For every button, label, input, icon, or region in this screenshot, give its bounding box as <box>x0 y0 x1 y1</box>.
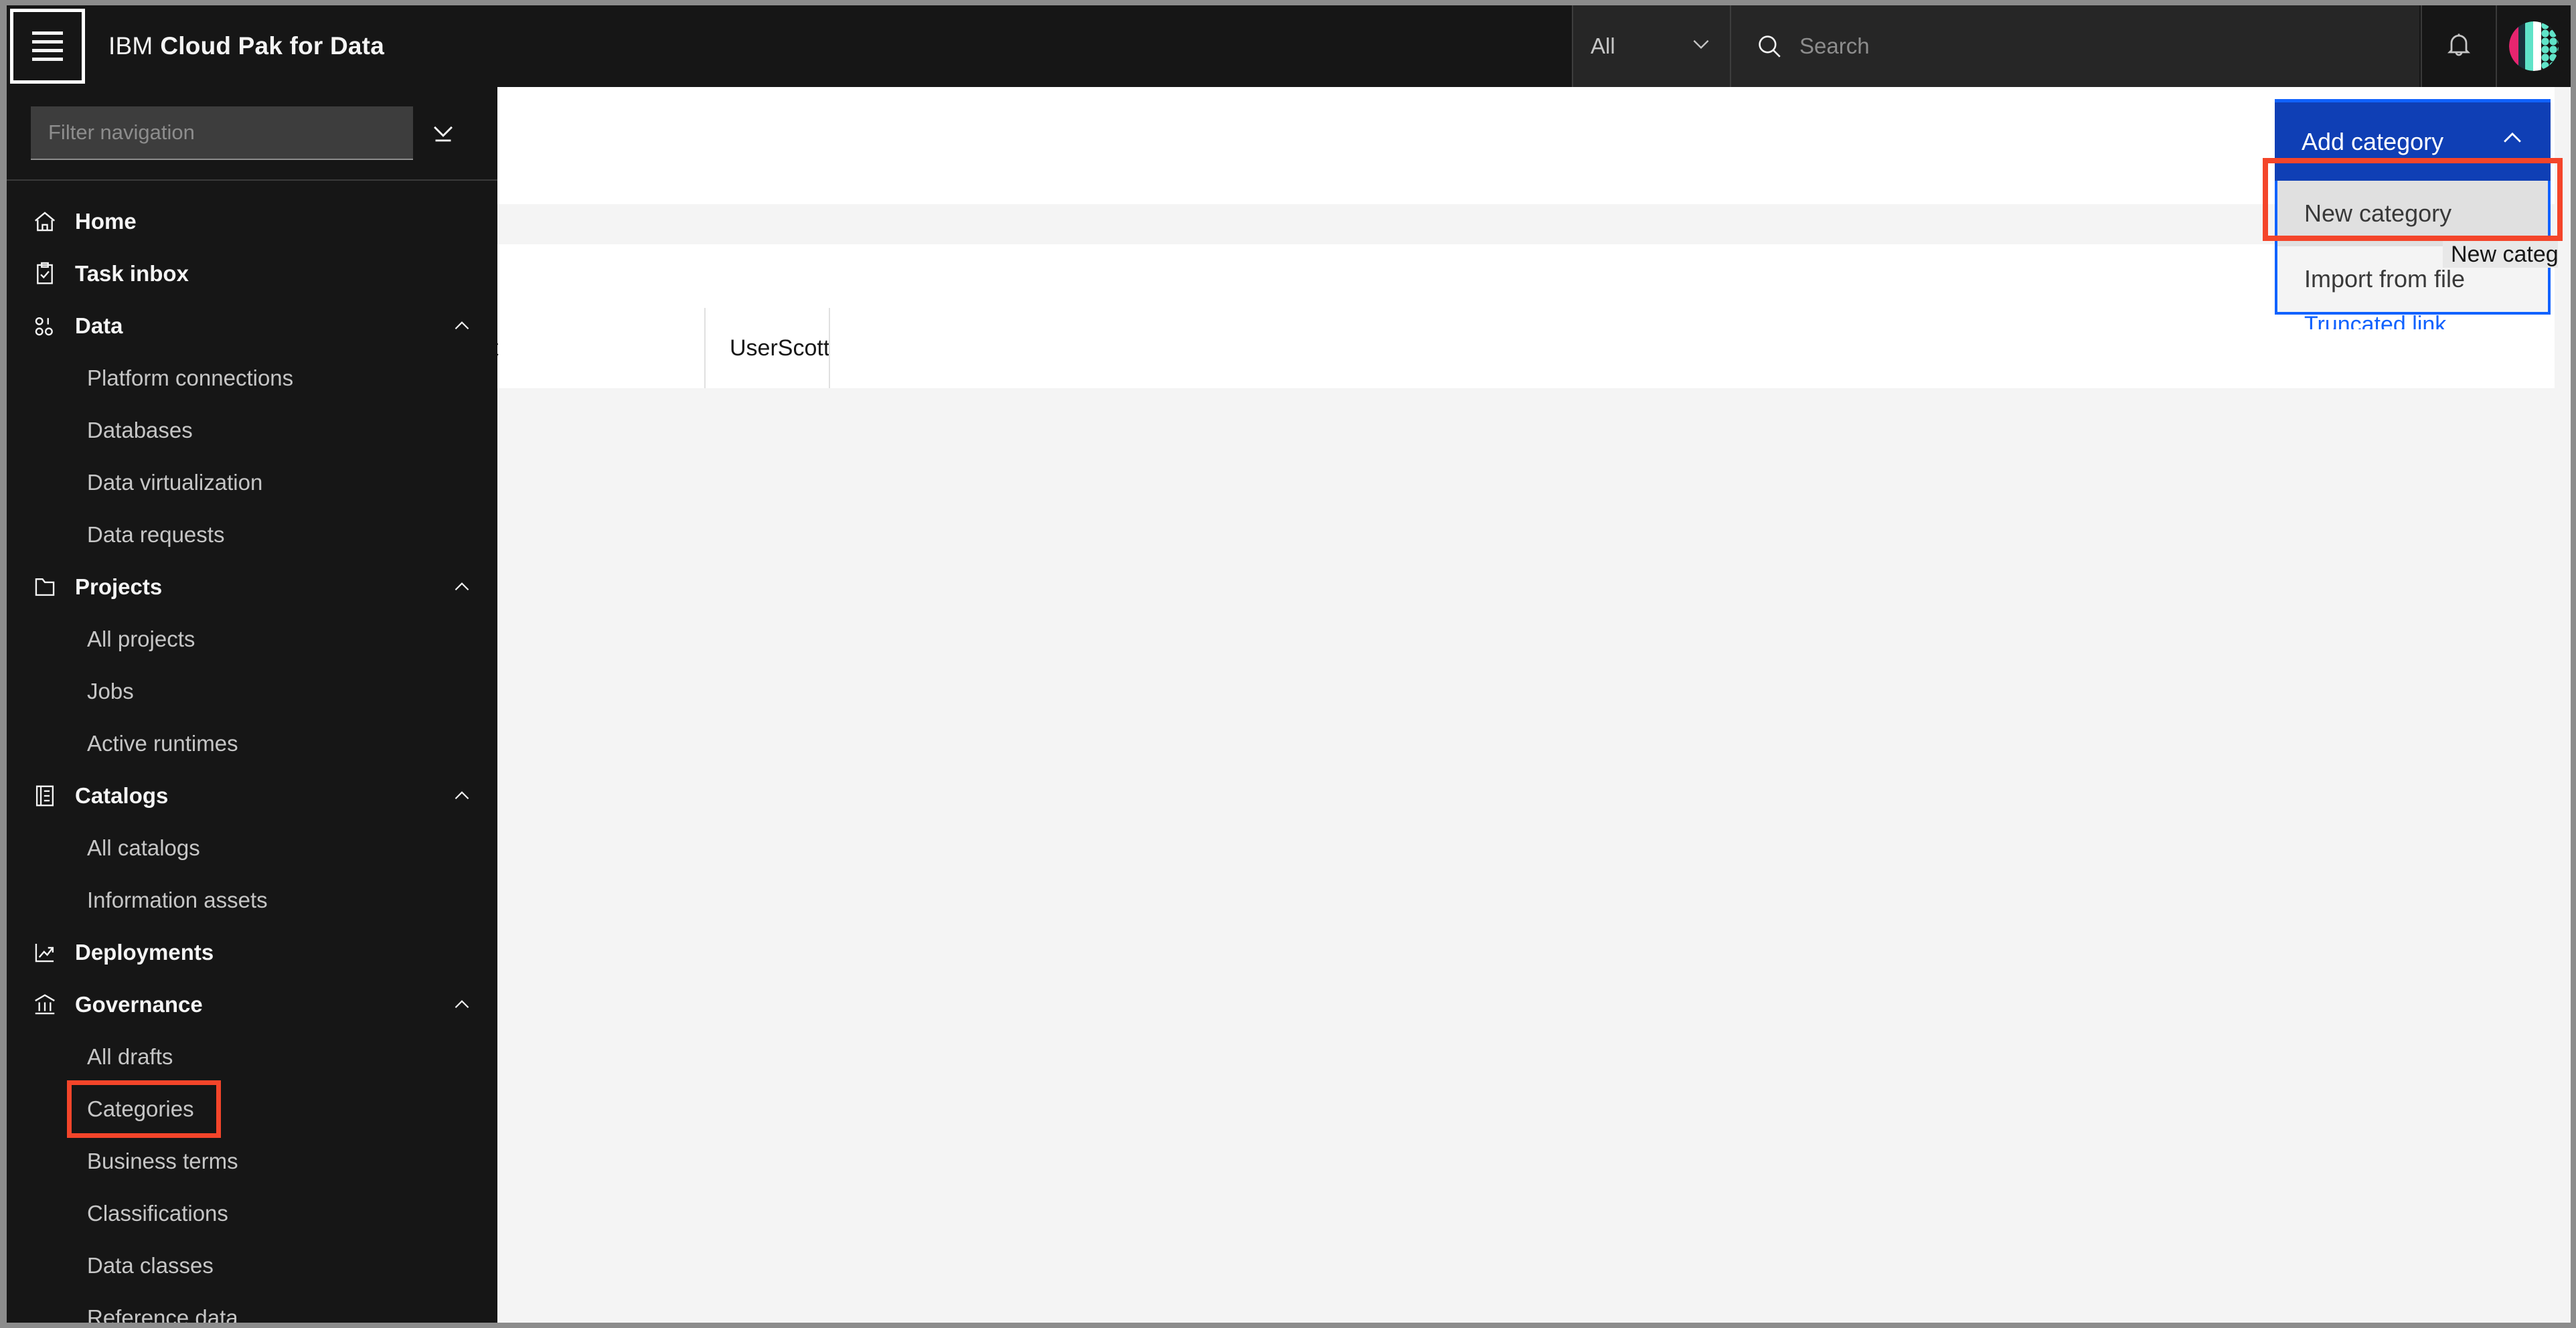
sidebar-item-business-terms[interactable]: Business terms <box>7 1135 497 1187</box>
home-icon <box>32 209 75 234</box>
main-content: t UserScottTestCat <box>497 87 2571 1323</box>
sidebar-item-home[interactable]: Home <box>7 195 497 248</box>
menu-item-import-from-file-label: Import from file <box>2304 265 2466 293</box>
collapse-all-button[interactable] <box>413 116 473 151</box>
global-header: IBM Cloud Pak for Data All <box>7 5 2571 87</box>
sidebar-item-label: Reference data <box>87 1305 238 1323</box>
sidebar-item-label: Data classes <box>87 1253 214 1278</box>
user-profile-button[interactable] <box>2496 5 2571 87</box>
sidebar-item-label: Data <box>75 313 123 338</box>
sidebar-item-active-runtimes[interactable]: Active runtimes <box>7 718 497 770</box>
binary-data-icon <box>32 313 75 339</box>
bank-icon <box>32 992 75 1017</box>
table-header-band <box>497 244 2571 308</box>
sidebar-item-label: Classifications <box>87 1201 228 1226</box>
sidebar-item-label: Deployments <box>75 940 214 965</box>
header-spacer <box>384 5 1572 87</box>
vertical-scrollbar[interactable] <box>2555 87 2571 1323</box>
sidebar-item-label: Data requests <box>87 522 225 547</box>
hamburger-bars <box>32 26 63 66</box>
navigation-list: Home Task inbox Data Platform connection… <box>7 181 497 1323</box>
table-row[interactable]: t <box>497 308 706 388</box>
sidebar-item-label: Jobs <box>87 679 134 703</box>
sidebar-item-label: All drafts <box>87 1044 173 1069</box>
chevron-up-icon[interactable] <box>451 993 473 1016</box>
brand-name: Cloud Pak for Data <box>160 32 384 60</box>
sidebar-item-label: Home <box>75 209 137 234</box>
menu-item-new-category-label: New category <box>2304 199 2452 227</box>
sidebar-item-label: Data virtualization <box>87 470 263 495</box>
application-window: IBM Cloud Pak for Data All Search UserSc… <box>7 5 2571 1323</box>
catalog-icon <box>32 783 75 809</box>
sidebar-item-label: All projects <box>87 627 195 651</box>
sidebar-item-label: Business terms <box>87 1149 238 1173</box>
search-scope-select[interactable]: All <box>1572 5 1731 87</box>
brand-prefix: IBM <box>108 32 153 60</box>
global-search[interactable] <box>1731 5 2421 87</box>
chevron-down-icon <box>428 116 459 151</box>
page-header-band <box>497 87 2571 204</box>
sidebar-item-projects[interactable]: Projects <box>7 561 497 613</box>
sidebar-item-all-projects[interactable]: All projects <box>7 613 497 665</box>
search-scope-value: All <box>1591 33 1615 58</box>
sidebar-item-all-drafts[interactable]: All drafts <box>7 1031 497 1083</box>
sidebar-item-governance[interactable]: Governance <box>7 979 497 1031</box>
truncated-link-text[interactable]: Truncated link <box>2304 312 2446 329</box>
add-category-button[interactable]: Add category <box>2275 99 2551 181</box>
chevron-up-icon[interactable] <box>451 315 473 337</box>
hamburger-menu-icon[interactable] <box>7 5 88 87</box>
sidebar-item-label: Projects <box>75 574 163 599</box>
sidebar-item-information-assets[interactable]: Information assets <box>7 874 497 926</box>
folder-icon <box>32 574 75 600</box>
new-category-tooltip: New categ <box>2443 236 2558 268</box>
sidebar-item-label: Active runtimes <box>87 731 238 756</box>
search-input[interactable] <box>1799 33 2419 59</box>
search-icon <box>1755 32 1783 60</box>
sidebar-item-data[interactable]: Data <box>7 300 497 352</box>
categories-table: t UserScottTestCat <box>497 308 2571 388</box>
table-row[interactable]: UserScottTestCat <box>706 308 830 388</box>
avatar-pattern <box>2509 21 2559 71</box>
sidebar-item-categories[interactable]: Categories <box>7 1080 497 1138</box>
clipboard-check-icon <box>32 261 75 286</box>
sidebar-item-jobs[interactable]: Jobs <box>7 665 497 718</box>
toolbar-band <box>497 204 2571 244</box>
bell-icon <box>2444 30 2474 63</box>
sidebar-item-reference-data[interactable]: Reference data <box>7 1292 497 1323</box>
sidebar-item-label: Catalogs <box>75 783 169 808</box>
sidebar-item-data-classes[interactable]: Data classes <box>7 1240 497 1292</box>
sidebar-item-label: Governance <box>75 992 203 1017</box>
chevron-down-icon <box>1690 32 1712 60</box>
chevron-up-icon[interactable] <box>451 784 473 807</box>
filter-navigation-row <box>7 87 497 181</box>
sidebar-item-label: Categories <box>87 1096 194 1121</box>
sidebar-item-label: Information assets <box>87 888 268 912</box>
table-cell-category-name: UserScottTestCat <box>730 335 830 361</box>
sidebar-item-platform-connections[interactable]: Platform connections <box>7 352 497 404</box>
sidebar-item-data-requests[interactable]: Data requests <box>7 509 497 561</box>
sidebar-item-label: All catalogs <box>87 835 200 860</box>
sidebar-item-catalogs[interactable]: Catalogs <box>7 770 497 822</box>
chevron-up-icon[interactable] <box>451 576 473 598</box>
sidebar-item-task-inbox[interactable]: Task inbox <box>7 248 497 300</box>
chevron-up-icon <box>2500 126 2525 157</box>
side-navigation: Home Task inbox <box>7 87 497 1323</box>
add-category-label: Add category <box>2302 127 2444 155</box>
avatar <box>2509 21 2559 71</box>
add-category-menu-wrapper: Add category New category New categ Impo… <box>2263 99 2563 329</box>
sidebar-item-data-virtualization[interactable]: Data virtualization <box>7 456 497 509</box>
add-category-dropdown: New category New categ Import from file … <box>2275 181 2558 329</box>
notifications-button[interactable] <box>2421 5 2496 87</box>
sidebar-item-databases[interactable]: Databases <box>7 404 497 456</box>
chart-line-icon <box>32 940 75 965</box>
sidebar-item-all-catalogs[interactable]: All catalogs <box>7 822 497 874</box>
sidebar-item-classifications[interactable]: Classifications <box>7 1187 497 1240</box>
sidebar-item-label: Databases <box>87 418 193 442</box>
sidebar-item-label: Task inbox <box>75 261 189 286</box>
brand-title[interactable]: IBM Cloud Pak for Data <box>88 5 384 87</box>
filter-navigation-input[interactable] <box>31 106 413 160</box>
sidebar-item-label: Platform connections <box>87 365 294 390</box>
table-cell-truncated: t <box>497 335 498 361</box>
sidebar-item-deployments[interactable]: Deployments <box>7 926 497 979</box>
